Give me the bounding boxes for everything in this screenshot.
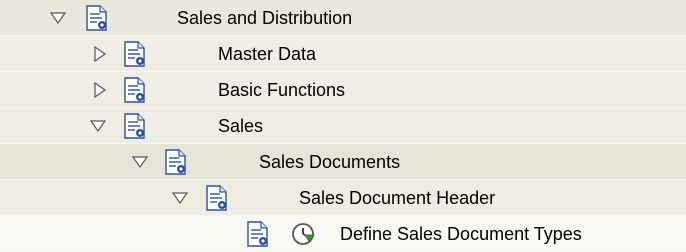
- tree-node-sales-and-distribution[interactable]: Sales and Distribution: [0, 0, 686, 36]
- tree-node-sales[interactable]: Sales: [0, 108, 686, 144]
- expand-triangle-right-icon[interactable]: [92, 82, 108, 98]
- tree-node-label[interactable]: Sales Documents: [259, 151, 400, 173]
- expand-triangle-right-icon[interactable]: [92, 46, 108, 62]
- expand-triangle-down-icon[interactable]: [90, 118, 106, 134]
- tree-node-basic-functions[interactable]: Basic Functions: [0, 72, 686, 108]
- document-icon: [206, 185, 227, 211]
- expand-triangle-down-icon[interactable]: [172, 190, 188, 206]
- tree-node-define-sales-document-types[interactable]: Define Sales Document Types: [0, 216, 686, 252]
- tree-node-sales-document-header[interactable]: Sales Document Header: [0, 180, 686, 216]
- tree-node-label[interactable]: Master Data: [218, 43, 316, 65]
- tree-node-label[interactable]: Basic Functions: [218, 79, 345, 101]
- document-icon: [124, 113, 145, 139]
- document-icon: [124, 77, 145, 103]
- expand-triangle-down-icon[interactable]: [132, 154, 148, 170]
- expand-triangle-down-icon[interactable]: [50, 10, 66, 26]
- tree-node-sales-documents[interactable]: Sales Documents: [0, 144, 686, 180]
- document-icon[interactable]: [246, 221, 270, 247]
- img-tree: Sales and Distribution Master Data Basic…: [0, 0, 686, 252]
- document-icon: [86, 5, 107, 31]
- document-icon: [124, 41, 145, 67]
- tree-node-label[interactable]: Sales Document Header: [299, 187, 495, 209]
- execute-clock-icon[interactable]: [291, 222, 315, 246]
- tree-node-master-data[interactable]: Master Data: [0, 36, 686, 72]
- tree-node-label[interactable]: Sales: [218, 115, 263, 137]
- tree-node-label[interactable]: Sales and Distribution: [177, 7, 352, 29]
- tree-node-label[interactable]: Define Sales Document Types: [340, 223, 582, 245]
- document-icon: [165, 149, 186, 175]
